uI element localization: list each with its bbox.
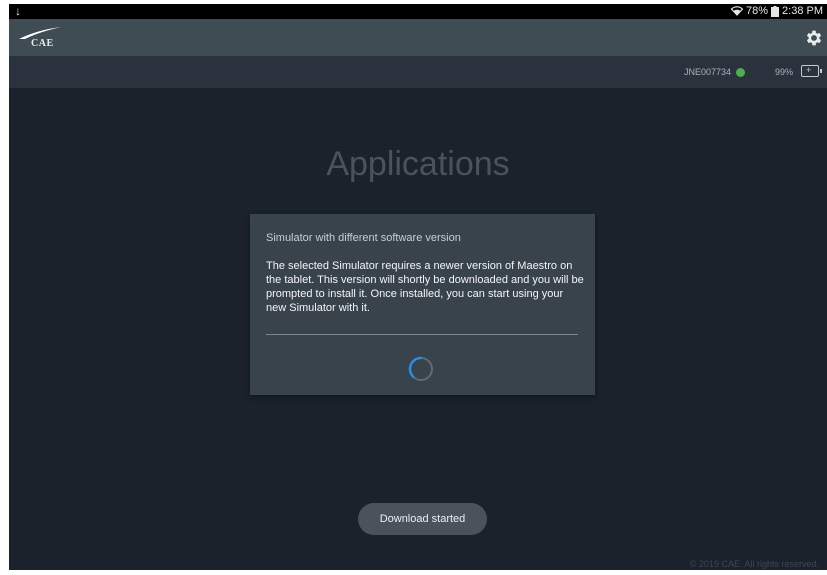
battery-percent: 78% <box>746 5 769 17</box>
simulator-id: JNE007734 <box>683 67 731 77</box>
logo-text: CAE <box>31 38 54 49</box>
clock-time: 2:38 PM <box>782 5 823 17</box>
dialog-message: The selected Simulator requires a newer … <box>266 260 584 314</box>
dialog-title: Simulator with different software versio… <box>266 232 461 244</box>
gear-icon[interactable] <box>804 28 824 48</box>
software-version-dialog: Simulator with different software versio… <box>250 214 595 395</box>
loading-spinner-icon <box>408 356 433 381</box>
simulator-battery-percent: 99% <box>774 67 793 77</box>
connection-status-dot <box>736 68 745 77</box>
simulator-info-bar: JNE007734 99% + <box>9 56 827 88</box>
download-notification-icon: ↓ <box>15 4 21 18</box>
simulator-battery-icon: + <box>801 65 822 77</box>
wifi-icon <box>731 6 743 16</box>
system-status-bar: ↓ 78% 2:38 PM <box>9 4 827 19</box>
dialog-divider <box>266 334 578 335</box>
download-toast: Download started <box>358 503 487 535</box>
frame-left-edge <box>0 0 9 575</box>
cae-logo: CAE <box>17 26 63 52</box>
battery-icon <box>771 5 780 17</box>
copyright-footer: © 2019 CAE. All rights reserved. <box>689 559 819 569</box>
frame-bottom-edge <box>0 570 827 575</box>
page-title: Applications <box>326 145 510 183</box>
app-bar: CAE <box>9 19 827 56</box>
